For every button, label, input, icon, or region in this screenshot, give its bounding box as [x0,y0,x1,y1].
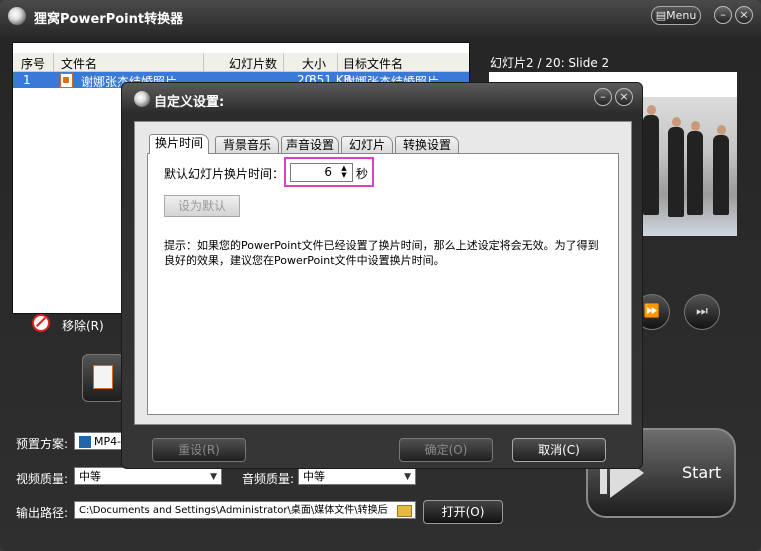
chevron-down-icon: ▼ [404,472,411,482]
dialog-minimize-button[interactable]: – [594,88,612,106]
app-logo-icon [8,7,26,25]
start-label: Start [682,463,722,482]
preset-select[interactable]: MP4- [74,432,126,450]
interval-pane: 默认幻灯片换片时间： 6 ▲ ▼ 秒 设为默认 提示：如果您的PowerPoint… [147,153,619,415]
ppt-file-icon [60,73,73,88]
interval-unit: 秒 [356,167,369,181]
video-quality-value: 中等 [79,470,101,483]
dialog-logo-icon [134,91,150,107]
dialog-body: 换片时间 背景音乐 声音设置 幻灯片 转换设置 默认幻灯片换片时间： 6 ▲ ▼ … [134,121,632,425]
tab-background-music[interactable]: 背景音乐 [215,136,279,154]
close-button[interactable]: × [735,6,753,24]
audio-quality-label: 音频质量: [242,472,295,486]
last-slide-button[interactable]: ⏭ [684,294,720,330]
col-size[interactable]: 大小 [302,55,326,72]
menu-button[interactable]: ▤Menu [651,6,701,25]
chevron-down-icon: ▼ [210,472,217,482]
col-filename[interactable]: 文件名 [61,55,97,72]
remove-button[interactable]: 移除(R) [62,317,104,334]
slide-photo [639,97,737,236]
output-path-value: C:\Documents and Settings\Administrator\… [79,505,388,516]
folder-icon[interactable] [397,505,412,517]
dialog-title: 自定义设置: [154,95,225,110]
settings-dialog: 自定义设置: – × 换片时间 背景音乐 声音设置 幻灯片 转换设置 默认幻灯片… [121,82,643,469]
cancel-button[interactable]: 取消(C) [512,438,606,462]
menu-label: Menu [666,9,697,22]
ok-button[interactable]: 确定(O) [399,438,493,462]
hint-text: 提示：如果您的PowerPoint文件已经设置了换片时间，那么上述设定将会无效。… [164,239,599,267]
add-ppt-icon [93,365,113,389]
title-bar: 狸窝PowerPoint转换器 ▤Menu – × [0,0,761,32]
file-list-header: 序号 文件名 幻灯片数 大小 目标文件名 [13,53,469,72]
audio-quality-select[interactable]: 中等 ▼ [298,467,416,485]
spinner-arrows-icon[interactable]: ▲ ▼ [338,165,350,180]
interval-label: 默认幻灯片换片时间： [164,167,285,181]
menu-icon: ▤ [655,9,667,22]
col-index[interactable]: 序号 [21,55,45,72]
minimize-button[interactable]: – [714,6,732,24]
reset-button[interactable]: 重设(R) [152,438,246,462]
tab-interval[interactable]: 换片时间 [149,134,209,154]
add-file-button[interactable] [82,354,124,402]
col-target[interactable]: 目标文件名 [343,55,403,72]
tab-sound-settings[interactable]: 声音设置 [281,136,339,154]
output-path-field[interactable]: C:\Documents and Settings\Administrator\… [74,501,416,519]
col-slides[interactable]: 幻灯片数 [229,55,277,72]
interval-spinner[interactable]: 6 ▲ ▼ [290,163,353,182]
remove-icon[interactable] [32,314,50,332]
tab-slides[interactable]: 幻灯片 [341,136,393,154]
open-button[interactable]: 打开(O) [423,500,503,524]
tab-convert-settings[interactable]: 转换设置 [395,136,459,154]
preview-title: 幻灯片2 / 20: Slide 2 [490,56,610,70]
interval-value: 6 [324,165,332,179]
app-title: 狸窝PowerPoint转换器 [34,12,184,27]
preset-label: 预置方案: [16,437,69,451]
set-default-button[interactable]: 设为默认 [164,195,240,217]
video-quality-select[interactable]: 中等 ▼ [74,467,222,485]
preset-icon [79,436,91,448]
video-quality-label: 视频质量: [16,472,69,486]
preset-value: MP4- [94,435,122,448]
audio-quality-value: 中等 [303,470,325,483]
output-label: 输出路径: [16,506,69,520]
dialog-close-button[interactable]: × [615,88,633,106]
row-index: 1 [23,73,31,87]
